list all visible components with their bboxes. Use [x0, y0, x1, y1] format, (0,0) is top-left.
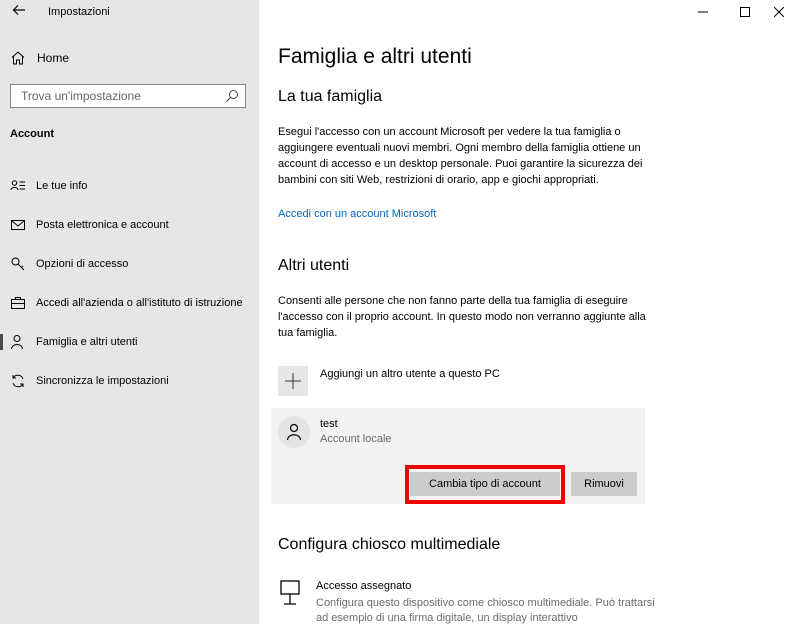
avatar	[278, 416, 310, 448]
sidebar-item-label: Posta elettronica e account	[36, 218, 169, 231]
other-users-description: Consenti alle persone che non fanno part…	[278, 295, 646, 339]
sync-icon	[12, 374, 24, 387]
sidebar-item-family[interactable]: Famiglia e altri utenti	[0, 322, 259, 361]
home-icon	[11, 51, 25, 65]
person-icon	[11, 334, 23, 349]
sidebar-item-label: Le tue info	[36, 179, 88, 192]
sidebar-item-label: Accedi all'azienda o all'istituto di ist…	[36, 296, 243, 309]
arrow-left-icon	[12, 5, 25, 15]
family-description: Esegui l'accesso con un account Microsof…	[278, 126, 643, 186]
close-icon	[774, 7, 784, 17]
sidebar: Impostazioni Home Account Le tue info Po…	[0, 0, 259, 624]
sidebar-item-work-school[interactable]: Accedi all'azienda o all'istituto di ist…	[0, 283, 259, 322]
briefcase-icon	[11, 296, 25, 309]
assigned-access-description: Configura questo dispositivo come chiosc…	[316, 597, 655, 624]
window-title: Impostazioni	[48, 6, 110, 18]
search-box[interactable]	[10, 84, 246, 108]
sidebar-item-sync[interactable]: Sincronizza le impostazioni	[0, 361, 259, 400]
family-heading: La tua famiglia	[278, 88, 383, 105]
maximize-button[interactable]	[728, 0, 762, 24]
plus-icon	[285, 373, 301, 389]
remove-button[interactable]: Rimuovi	[571, 472, 637, 496]
maximize-icon	[740, 7, 750, 17]
sidebar-section-label: Account	[10, 128, 54, 140]
add-user-button[interactable]: Aggiungi un altro utente a questo PC	[278, 366, 500, 396]
user-card[interactable]: test Account locale Cambia tipo di accou…	[271, 408, 645, 504]
page-title: Famiglia e altri utenti	[278, 45, 472, 68]
assigned-access-item[interactable]	[278, 578, 318, 608]
sidebar-item-home[interactable]: Home	[10, 50, 69, 66]
user-name: test	[320, 418, 338, 430]
user-info-icon	[10, 179, 25, 190]
user-account-type: Account locale	[320, 433, 392, 445]
assigned-access-title: Accesso assegnato	[316, 580, 412, 592]
sidebar-item-email[interactable]: Posta elettronica e account	[0, 205, 259, 244]
add-user-box	[278, 366, 308, 396]
sidebar-item-label: Opzioni di accesso	[36, 257, 129, 270]
add-user-label: Aggiungi un altro utente a questo PC	[320, 368, 500, 380]
minimize-icon	[698, 11, 708, 13]
signin-microsoft-link[interactable]: Accedi con un account Microsoft	[278, 208, 436, 220]
minimize-button[interactable]	[686, 0, 720, 24]
sidebar-item-label: Famiglia e altri utenti	[36, 335, 138, 348]
home-label: Home	[37, 51, 70, 65]
sidebar-item-label: Sincronizza le impostazioni	[36, 374, 169, 387]
sidebar-nav: Le tue info Posta elettronica e account …	[0, 166, 259, 400]
close-button[interactable]	[762, 0, 796, 24]
sidebar-item-info[interactable]: Le tue info	[0, 166, 259, 205]
back-button[interactable]	[8, 2, 30, 22]
search-icon[interactable]	[224, 88, 240, 104]
key-icon	[11, 257, 25, 270]
sidebar-item-signin-options[interactable]: Opzioni di accesso	[0, 244, 259, 283]
mail-icon	[11, 219, 25, 230]
person-icon	[286, 423, 302, 441]
kiosk-icon	[280, 580, 300, 605]
change-account-type-button[interactable]: Cambia tipo di account	[410, 472, 560, 496]
other-users-heading: Altri utenti	[278, 257, 350, 274]
kiosk-heading: Configura chiosco multimediale	[278, 536, 501, 553]
search-input[interactable]	[11, 85, 221, 107]
